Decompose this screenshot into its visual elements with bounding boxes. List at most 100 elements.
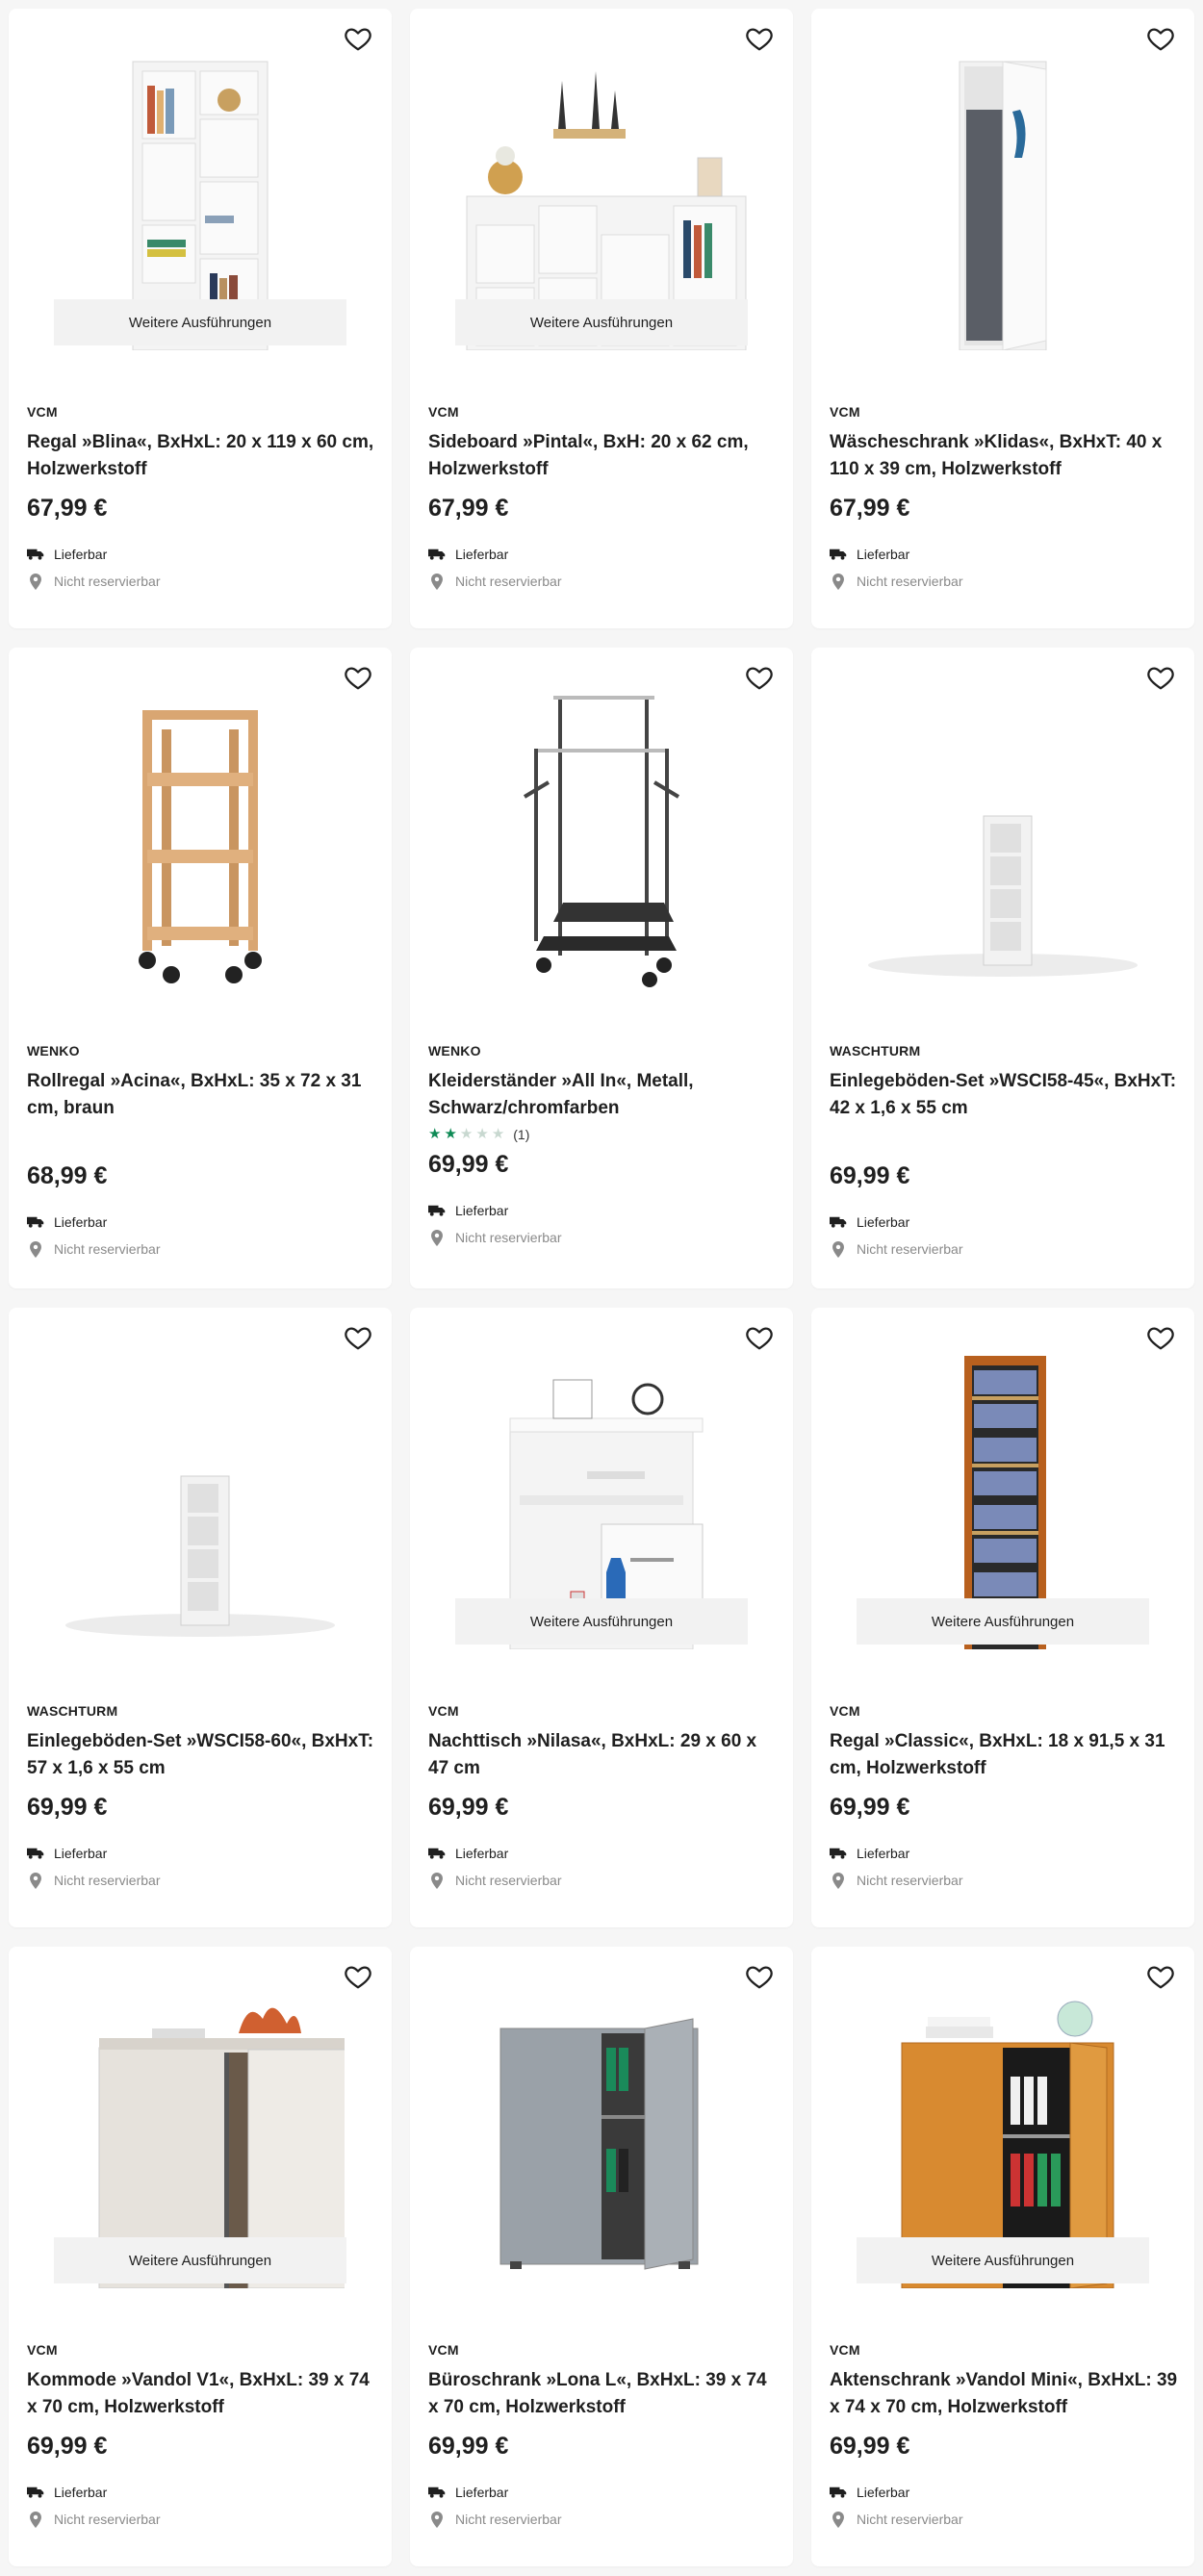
product-image[interactable] [831, 686, 1175, 994]
product-title[interactable]: Nachttisch »Nilasa«, BxHxL: 29 x 60 x 47… [428, 1728, 778, 1782]
product-price: 68,99 € [27, 1162, 108, 1189]
more-variants-button[interactable]: Weitere Ausführungen [54, 2237, 346, 2283]
delivery-label: Lieferbar [54, 1214, 108, 1230]
star-icon: ★ [459, 1126, 474, 1142]
truck-icon [428, 1848, 446, 1859]
more-variants-button[interactable]: Weitere Ausführungen [455, 1598, 748, 1645]
location-pin-icon [27, 2511, 44, 2528]
reserve-label: Nicht reservierbar [455, 1873, 562, 1888]
reserve-label: Nicht reservierbar [857, 1873, 963, 1888]
truck-icon [428, 2487, 446, 2498]
product-title[interactable]: Einlegeböden-Set »WSCI58-60«, BxHxT: 57 … [27, 1728, 376, 1782]
product-title[interactable]: Rollregal »Acina«, BxHxL: 35 x 72 x 31 c… [27, 1068, 376, 1122]
truck-icon [428, 1205, 446, 1216]
star-icon: ★ [428, 1126, 442, 1142]
truck-icon [830, 1216, 847, 1228]
availability: Lieferbar Nicht reservierbar [428, 1846, 778, 1889]
rating-count: (1) [513, 1127, 530, 1142]
reserve-label: Nicht reservierbar [54, 1241, 161, 1257]
product-card[interactable]: Weitere Ausführungen VCM Regal »Classic«… [811, 1308, 1194, 1927]
delivery-label: Lieferbar [455, 1846, 509, 1861]
location-pin-icon [27, 573, 44, 590]
availability: Lieferbar Nicht reservierbar [830, 2485, 1179, 2528]
truck-icon [830, 548, 847, 560]
delivery-status: Lieferbar [27, 2485, 376, 2500]
reserve-label: Nicht reservierbar [857, 574, 963, 589]
product-card[interactable]: WENKO Rollregal »Acina«, BxHxL: 35 x 72 … [9, 648, 392, 1288]
product-price: 67,99 € [27, 495, 108, 522]
delivery-status: Lieferbar [27, 1214, 376, 1230]
location-pin-icon [830, 573, 847, 590]
product-image[interactable] [429, 1985, 774, 2293]
location-pin-icon [428, 573, 446, 590]
location-pin-icon [428, 2511, 446, 2528]
product-price: 69,99 € [27, 2433, 108, 2460]
product-brand: VCM [428, 404, 459, 420]
product-title[interactable]: Kleiderständer »All In«, Metall, Schwarz… [428, 1068, 778, 1122]
delivery-label: Lieferbar [455, 1203, 509, 1218]
product-title[interactable]: Aktenschrank »Vandol Mini«, BxHxL: 39 x … [830, 2367, 1179, 2421]
product-card[interactable]: Weitere Ausführungen VCM Sideboard »Pint… [410, 9, 793, 628]
more-variants-button[interactable]: Weitere Ausführungen [54, 299, 346, 345]
reserve-status: Nicht reservierbar [27, 1240, 376, 1258]
availability: Lieferbar Nicht reservierbar [830, 1846, 1179, 1889]
product-card[interactable]: WENKO Kleiderständer »All In«, Metall, S… [410, 648, 793, 1288]
location-pin-icon [27, 1872, 44, 1889]
product-title[interactable]: Wäscheschrank »Klidas«, BxHxT: 40 x 110 … [830, 429, 1179, 483]
more-variants-button[interactable]: Weitere Ausführungen [857, 2237, 1149, 2283]
product-title[interactable]: Sideboard »Pintal«, BxH: 20 x 62 cm, Hol… [428, 429, 778, 483]
product-title[interactable]: Regal »Blina«, BxHxL: 20 x 119 x 60 cm, … [27, 429, 376, 483]
location-pin-icon [428, 1872, 446, 1889]
location-pin-icon [830, 1872, 847, 1889]
delivery-label: Lieferbar [54, 2485, 108, 2500]
delivery-label: Lieferbar [54, 547, 108, 562]
product-price: 69,99 € [830, 1794, 910, 1821]
product-card[interactable]: VCM Wäscheschrank »Klidas«, BxHxT: 40 x … [811, 9, 1194, 628]
truck-icon [27, 2487, 44, 2498]
reserve-label: Nicht reservierbar [455, 2512, 562, 2527]
product-title[interactable]: Einlegeböden-Set »WSCI58-45«, BxHxT: 42 … [830, 1068, 1179, 1122]
product-title[interactable]: Kommode »Vandol V1«, BxHxL: 39 x 74 x 70… [27, 2367, 376, 2421]
more-variants-button[interactable]: Weitere Ausführungen [455, 299, 748, 345]
product-card[interactable]: Weitere Ausführungen VCM Kommode »Vandol… [9, 1947, 392, 2566]
location-pin-icon [428, 1229, 446, 1246]
product-card[interactable]: WASCHTURM Einlegeböden-Set »WSCI58-45«, … [811, 648, 1194, 1288]
delivery-label: Lieferbar [857, 1214, 910, 1230]
delivery-status: Lieferbar [830, 1214, 1179, 1230]
delivery-status: Lieferbar [428, 1203, 778, 1218]
reserve-label: Nicht reservierbar [455, 574, 562, 589]
product-brand: VCM [27, 404, 58, 420]
product-image[interactable] [28, 1346, 372, 1654]
delivery-status: Lieferbar [27, 547, 376, 562]
availability: Lieferbar Nicht reservierbar [428, 1203, 778, 1246]
product-price: 67,99 € [428, 495, 509, 522]
product-brand: VCM [830, 404, 860, 420]
product-title[interactable]: Regal »Classic«, BxHxL: 18 x 91,5 x 31 c… [830, 1728, 1179, 1782]
product-title[interactable]: Büroschrank »Lona L«, BxHxL: 39 x 74 x 7… [428, 2367, 778, 2421]
reserve-status: Nicht reservierbar [830, 2511, 1179, 2528]
star-icon: ★ [475, 1126, 489, 1142]
product-card[interactable]: Weitere Ausführungen VCM Nachttisch »Nil… [410, 1308, 793, 1927]
availability: Lieferbar Nicht reservierbar [27, 1214, 376, 1258]
reserve-label: Nicht reservierbar [455, 1230, 562, 1245]
product-card[interactable]: Weitere Ausführungen VCM Regal »Blina«, … [9, 9, 392, 628]
availability: Lieferbar Nicht reservierbar [428, 547, 778, 590]
reserve-status: Nicht reservierbar [830, 1240, 1179, 1258]
product-card[interactable]: WASCHTURM Einlegeböden-Set »WSCI58-60«, … [9, 1308, 392, 1927]
truck-icon [27, 1848, 44, 1859]
reserve-status: Nicht reservierbar [27, 2511, 376, 2528]
reserve-label: Nicht reservierbar [857, 1241, 963, 1257]
location-pin-icon [830, 2511, 847, 2528]
product-brand: WENKO [27, 1043, 80, 1058]
product-image[interactable] [28, 686, 372, 994]
product-brand: VCM [830, 2342, 860, 2358]
product-image[interactable] [831, 47, 1175, 355]
delivery-status: Lieferbar [830, 1846, 1179, 1861]
product-card[interactable]: Weitere Ausführungen VCM Aktenschrank »V… [811, 1947, 1194, 2566]
product-image[interactable] [429, 686, 774, 994]
star-icon: ★ [444, 1126, 457, 1142]
rating[interactable]: ★ ★ ★ ★ ★ (1) [428, 1124, 778, 1145]
more-variants-button[interactable]: Weitere Ausführungen [857, 1598, 1149, 1645]
availability: Lieferbar Nicht reservierbar [27, 1846, 376, 1889]
product-card[interactable]: VCM Büroschrank »Lona L«, BxHxL: 39 x 74… [410, 1947, 793, 2566]
